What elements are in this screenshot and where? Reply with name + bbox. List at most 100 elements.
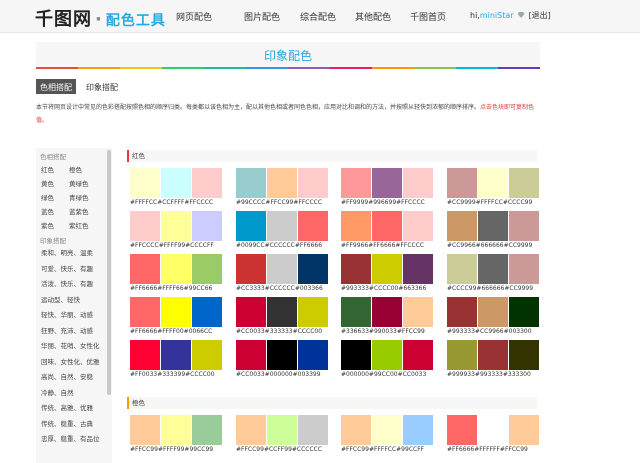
sidebar-item[interactable]: 蓝色	[41, 206, 69, 216]
color-swatch[interactable]	[478, 340, 508, 370]
color-swatch[interactable]	[509, 297, 539, 327]
color-swatch[interactable]	[447, 297, 477, 327]
sidebar-item[interactable]: 传统、高雅、优雅	[36, 401, 112, 417]
color-swatch[interactable]	[298, 297, 328, 327]
color-swatch[interactable]	[447, 415, 477, 445]
palette-card[interactable]: #FF6666#FFFF00#0066CC	[130, 297, 222, 341]
color-swatch[interactable]	[267, 168, 297, 198]
color-swatch[interactable]	[130, 297, 160, 327]
color-swatch[interactable]	[267, 211, 297, 241]
sidebar-item[interactable]: 高尚、自然、安稳	[36, 370, 112, 386]
color-swatch[interactable]	[298, 168, 328, 198]
color-swatch[interactable]	[372, 168, 402, 198]
color-swatch[interactable]	[509, 168, 539, 198]
palette-card[interactable]: #0099CC#CCCCCC#FF6666	[236, 211, 328, 255]
color-swatch[interactable]	[130, 254, 160, 284]
sidebar-item[interactable]: 蓝紫色	[69, 206, 97, 216]
sidebar-item[interactable]: 紫色	[41, 220, 69, 230]
palette-card[interactable]: #CC9966#666666#CC9999	[447, 211, 539, 255]
color-swatch[interactable]	[478, 168, 508, 198]
palette-card[interactable]: #FF6666#FFFFFF#FFCC99	[447, 415, 539, 459]
color-swatch[interactable]	[192, 297, 222, 327]
nav-image-colors[interactable]: 图片配色	[244, 10, 280, 23]
palette-card[interactable]: #FFFFCC#CCFFFF#FFCCCC	[130, 168, 222, 212]
sidebar-item[interactable]: 活泼、快乐、有趣	[36, 277, 112, 293]
color-swatch[interactable]	[161, 297, 191, 327]
user-name[interactable]: miniStar	[480, 11, 514, 20]
color-swatch[interactable]	[341, 168, 371, 198]
color-swatch[interactable]	[298, 340, 328, 370]
color-swatch[interactable]	[372, 415, 402, 445]
palette-card[interactable]: #CC0033#333333#CCCC00	[236, 297, 328, 341]
nav-combined-colors[interactable]: 综合配色	[300, 10, 336, 23]
color-swatch[interactable]	[447, 254, 477, 284]
color-swatch[interactable]	[192, 340, 222, 370]
palette-card[interactable]: #993333#CC9966#003300	[447, 297, 539, 341]
palette-card[interactable]: #CC3333#CCCCCC#003366	[236, 254, 328, 298]
sidebar-item[interactable]: 绿色	[41, 192, 69, 202]
sidebar-item[interactable]: 柔和、明亮、温柔	[36, 246, 112, 262]
sidebar-item[interactable]: 红色	[41, 164, 69, 174]
palette-card[interactable]: #CCCC99#666666#CC9999	[447, 254, 539, 298]
logo[interactable]: 千图网 · 配色工具	[35, 5, 166, 31]
color-swatch[interactable]	[341, 254, 371, 284]
sidebar-item[interactable]: 传统、稳重、古典	[36, 417, 112, 433]
palette-card[interactable]: #FFCCCC#FFFF99#CCCCFF	[130, 211, 222, 255]
sidebar-item[interactable]: 黄色	[41, 178, 69, 188]
color-swatch[interactable]	[130, 168, 160, 198]
sidebar-item[interactable]: 可爱、快乐、有趣	[36, 262, 112, 278]
palette-card[interactable]: #FFCC99#CCFF99#CCCCCC	[236, 415, 328, 459]
color-swatch[interactable]	[161, 168, 191, 198]
color-swatch[interactable]	[236, 168, 266, 198]
color-swatch[interactable]	[509, 211, 539, 241]
color-swatch[interactable]	[267, 297, 297, 327]
color-swatch[interactable]	[509, 415, 539, 445]
color-swatch[interactable]	[192, 254, 222, 284]
color-swatch[interactable]	[267, 340, 297, 370]
color-swatch[interactable]	[267, 415, 297, 445]
palette-card[interactable]: #FFCC99#FFFF99#99CC99	[130, 415, 222, 459]
color-swatch[interactable]	[447, 340, 477, 370]
sidebar-item[interactable]: 轻快、华丽、动感	[36, 308, 112, 324]
color-swatch[interactable]	[236, 415, 266, 445]
color-swatch[interactable]	[192, 211, 222, 241]
color-swatch[interactable]	[130, 415, 160, 445]
color-swatch[interactable]	[478, 415, 508, 445]
sidebar-item[interactable]: 冷静、自然	[36, 386, 112, 402]
sidebar-item[interactable]: 忠厚、稳重、有品位	[36, 432, 112, 448]
color-swatch[interactable]	[509, 340, 539, 370]
color-swatch[interactable]	[403, 297, 433, 327]
palette-card[interactable]: #336633#990033#FFCC99	[341, 297, 433, 341]
color-swatch[interactable]	[403, 211, 433, 241]
sidebar-item[interactable]: 运动型、轻快	[36, 293, 112, 309]
sidebar-item[interactable]: 狂野、充沛、动感	[36, 324, 112, 340]
palette-card[interactable]: #FF9999#996699#FFCCCC	[341, 168, 433, 212]
palette-card[interactable]: #CC0033#000000#003399	[236, 340, 328, 384]
color-swatch[interactable]	[236, 340, 266, 370]
color-swatch[interactable]	[341, 297, 371, 327]
color-swatch[interactable]	[161, 254, 191, 284]
color-swatch[interactable]	[509, 254, 539, 284]
color-swatch[interactable]	[341, 211, 371, 241]
color-swatch[interactable]	[236, 211, 266, 241]
color-swatch[interactable]	[192, 415, 222, 445]
palette-card[interactable]: #FF0033#333399#CCCC00	[130, 340, 222, 384]
sidebar-item[interactable]: 橙色	[69, 164, 97, 174]
color-swatch[interactable]	[372, 340, 402, 370]
color-swatch[interactable]	[236, 254, 266, 284]
logout-link[interactable]: [退出]	[529, 11, 551, 20]
color-swatch[interactable]	[341, 340, 371, 370]
color-swatch[interactable]	[161, 415, 191, 445]
color-swatch[interactable]	[372, 297, 402, 327]
palette-card[interactable]: #FF6666#FFFF66#99CC66	[130, 254, 222, 298]
color-swatch[interactable]	[447, 211, 477, 241]
color-swatch[interactable]	[478, 254, 508, 284]
color-swatch[interactable]	[478, 211, 508, 241]
color-swatch[interactable]	[130, 340, 160, 370]
nav-other-colors[interactable]: 其他配色	[355, 10, 391, 23]
color-swatch[interactable]	[298, 415, 328, 445]
palette-card[interactable]: #FFCC99#FFFFCC#99CCFF	[341, 415, 433, 459]
color-swatch[interactable]	[403, 168, 433, 198]
sidebar-item[interactable]: 紫红色	[69, 220, 97, 230]
palette-card[interactable]: #000000#99CC00#CC0033	[341, 340, 433, 384]
